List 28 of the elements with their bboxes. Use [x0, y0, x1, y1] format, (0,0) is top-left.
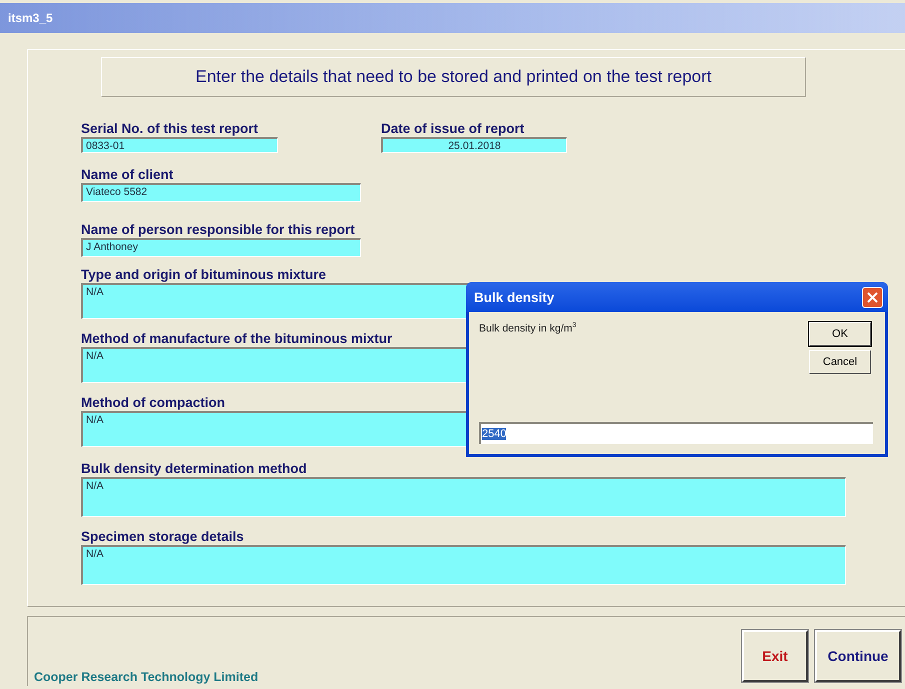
input-value: 2540	[482, 428, 506, 440]
company-name: Cooper Research Technology Limited	[34, 670, 258, 684]
continue-button[interactable]: Continue	[815, 630, 901, 682]
text-field[interactable]: Viateco 5582	[81, 183, 361, 202]
text-field[interactable]: N/A	[81, 477, 846, 517]
text-field[interactable]: 25.01.2018	[381, 137, 567, 153]
field-label: Method of compaction	[81, 395, 225, 411]
dialog-title: Bulk density	[474, 290, 554, 304]
dialog-prompt: Bulk density in kg/m$^{3}$	[479, 322, 576, 334]
window-title: itsm3_5	[8, 11, 53, 25]
text-field[interactable]: N/A	[81, 545, 846, 585]
form-heading: Enter the details that need to be stored and printed on the test report	[101, 57, 806, 97]
exit-button[interactable]: Exit	[742, 630, 808, 682]
field-label: Bulk density determination method	[81, 461, 307, 477]
text-field[interactable]: J Anthoney	[81, 238, 361, 257]
field-label: Name of person responsible for this report	[81, 222, 355, 238]
field-label: Name of client	[81, 167, 174, 183]
field-label: Specimen storage details	[81, 529, 244, 545]
field-label: Type and origin of bituminous mixture	[81, 267, 326, 283]
close-icon	[867, 292, 878, 302]
ok-button[interactable]: OK	[809, 322, 871, 346]
text-field[interactable]: 0833-01	[81, 137, 278, 153]
close-button[interactable]	[862, 286, 883, 308]
cancel-button[interactable]: Cancel	[809, 350, 871, 374]
field-label: Date of issue of report	[381, 121, 524, 137]
field-label: Serial No. of this test report	[81, 121, 258, 137]
density-input[interactable]: 2540	[479, 422, 873, 444]
field-label: Method of manufacture of the bituminous mixtur	[81, 331, 392, 347]
